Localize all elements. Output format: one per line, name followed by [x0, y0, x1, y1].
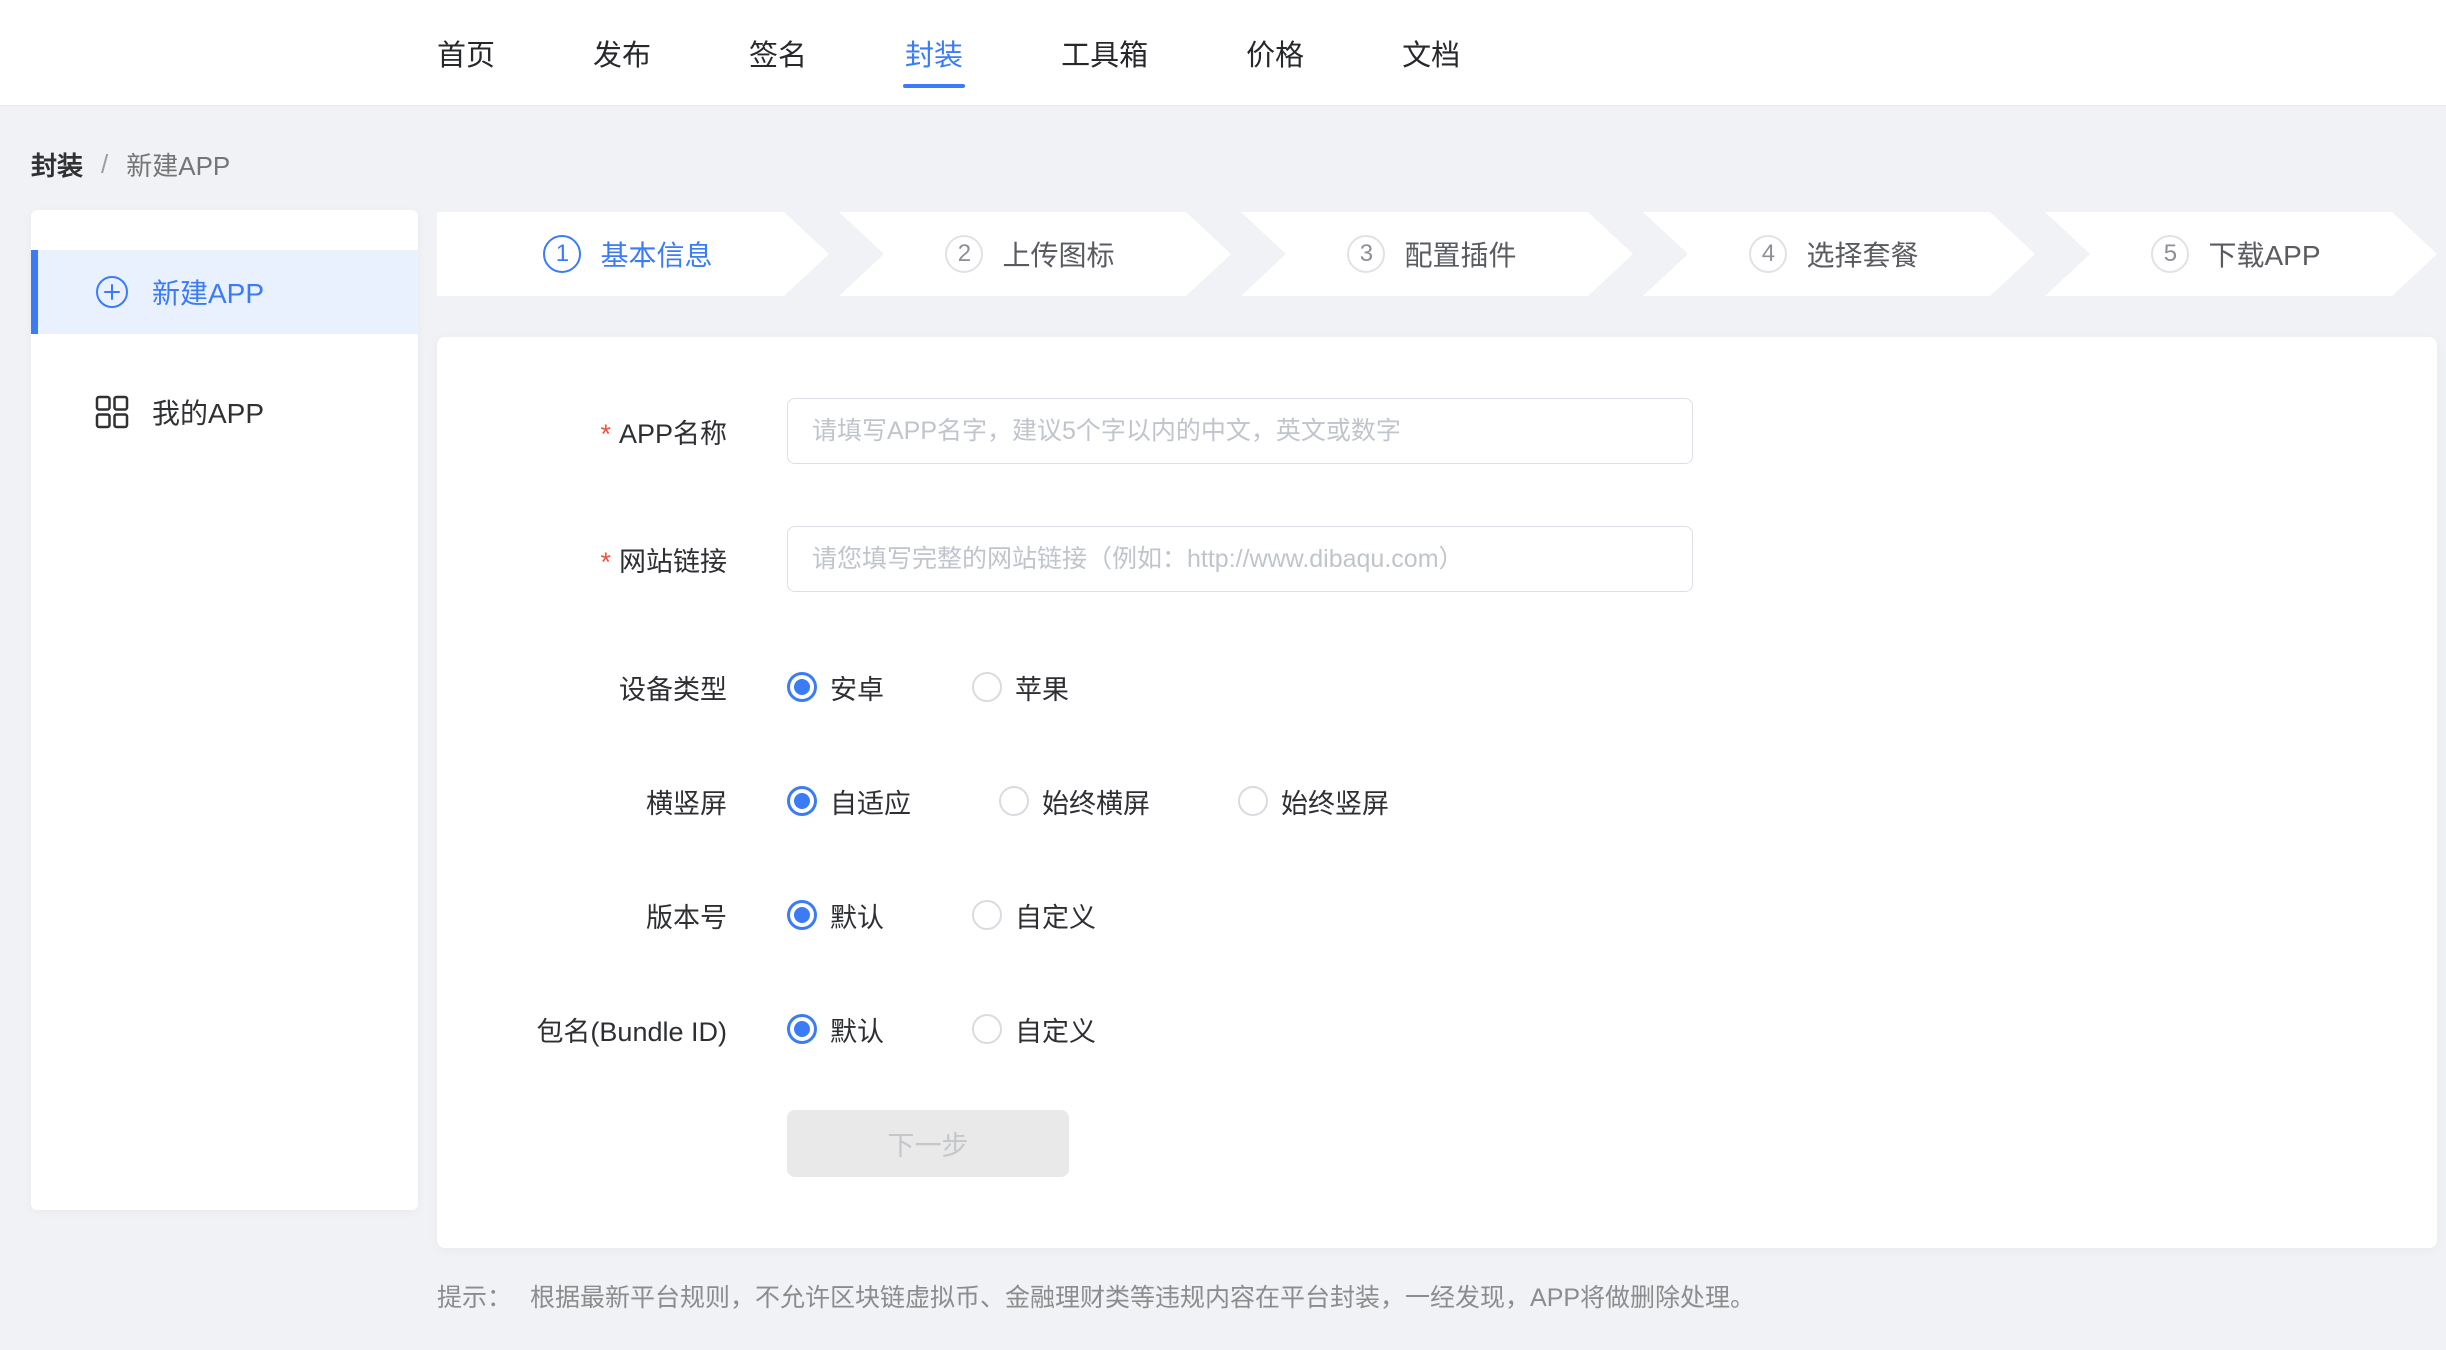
- step-label: 下载APP: [2208, 234, 2320, 274]
- required-asterisk: *: [600, 419, 611, 449]
- plus-circle-icon: [95, 275, 129, 309]
- radio-circle: [787, 900, 817, 930]
- field-label: * 网站链接: [437, 540, 727, 579]
- form-row-device-type: 设备类型 安卓 苹果: [437, 654, 2437, 720]
- step-number: 2: [945, 235, 983, 273]
- field-label-text: 包名(Bundle ID): [536, 1017, 727, 1047]
- radio-auto-rotate[interactable]: 自适应: [787, 782, 911, 821]
- radio-label: 苹果: [1015, 668, 1069, 707]
- orientation-radio-group: 自适应 始终横屏 始终竖屏: [787, 782, 1477, 821]
- radio-circle: [787, 1014, 817, 1044]
- sidebar: 新建APP 我的APP: [31, 210, 418, 1210]
- form-row-bundle-id: 包名(Bundle ID) 默认 自定义: [437, 996, 2437, 1062]
- form-row-version: 版本号 默认 自定义: [437, 882, 2437, 948]
- main-nav: 首页 发布 签名 封装 工具箱 价格 文档: [437, 0, 1460, 105]
- radio-version-default[interactable]: 默认: [787, 896, 884, 935]
- submit-row: 下一步: [437, 1110, 2437, 1176]
- form-row-app-name: * APP名称: [437, 398, 2437, 464]
- tip-prefix: 提示：: [437, 1278, 512, 1314]
- radio-circle: [787, 786, 817, 816]
- radio-label: 始终横屏: [1042, 782, 1150, 821]
- main-content: 1 基本信息 2 上传图标 3 配置插件 4 选择套餐 5 下载APP * APP…: [437, 212, 2437, 1314]
- radio-bundle-default[interactable]: 默认: [787, 1010, 884, 1049]
- breadcrumb-current: 新建APP: [126, 146, 230, 183]
- field-label-text: 网站链接: [619, 547, 727, 577]
- field-label-text: 横竖屏: [646, 789, 727, 819]
- step-number: 3: [1347, 235, 1385, 273]
- nav-item-toolbox[interactable]: 工具箱: [1061, 32, 1148, 74]
- radio-version-custom[interactable]: 自定义: [972, 896, 1096, 935]
- wizard-step-basic-info: 1 基本信息: [437, 212, 829, 296]
- nav-item-package[interactable]: 封装: [905, 32, 963, 74]
- field-control: [787, 398, 1693, 464]
- step-wizard: 1 基本信息 2 上传图标 3 配置插件 4 选择套餐 5 下载APP: [437, 212, 2437, 296]
- grid-icon: [95, 395, 129, 429]
- radio-circle: [972, 1014, 1002, 1044]
- radio-android[interactable]: 安卓: [787, 668, 884, 707]
- required-asterisk: *: [600, 547, 611, 577]
- sidebar-item-my-apps[interactable]: 我的APP: [31, 370, 418, 454]
- tip-text: 根据最新平台规则，不允许区块链虚拟币、金融理财类等违规内容在平台封装，一经发现，…: [530, 1278, 1755, 1314]
- radio-circle: [972, 900, 1002, 930]
- nav-item-publish[interactable]: 发布: [593, 32, 651, 74]
- field-label: 包名(Bundle ID): [437, 1010, 727, 1049]
- top-nav: 首页 发布 签名 封装 工具箱 价格 文档: [0, 0, 2446, 106]
- step-label: 上传图标: [1002, 234, 1114, 274]
- step-number: 4: [1749, 235, 1787, 273]
- wizard-step-upload-icon: 2 上传图标: [839, 212, 1231, 296]
- field-label-text: 版本号: [646, 903, 727, 933]
- form-row-site-url: * 网站链接: [437, 526, 2437, 592]
- nav-item-home[interactable]: 首页: [437, 32, 495, 74]
- radio-always-landscape[interactable]: 始终横屏: [999, 782, 1150, 821]
- nav-item-pricing[interactable]: 价格: [1246, 32, 1304, 74]
- content-policy-tip: 提示： 根据最新平台规则，不允许区块链虚拟币、金融理财类等违规内容在平台封装，一…: [437, 1278, 2437, 1314]
- field-label: 设备类型: [437, 668, 727, 707]
- site-url-input[interactable]: [787, 526, 1693, 592]
- radio-circle: [787, 672, 817, 702]
- next-step-button[interactable]: 下一步: [787, 1110, 1069, 1177]
- version-radio-group: 默认 自定义: [787, 896, 1184, 935]
- breadcrumb-section[interactable]: 封装: [31, 146, 83, 183]
- nav-item-sign[interactable]: 签名: [749, 32, 807, 74]
- radio-label: 默认: [830, 1010, 884, 1049]
- nav-item-docs[interactable]: 文档: [1402, 32, 1460, 74]
- breadcrumb-separator: /: [101, 149, 108, 180]
- radio-label: 默认: [830, 896, 884, 935]
- form-card: * APP名称 * 网站链接 设备类型 安卓 苹果: [437, 337, 2437, 1248]
- field-label: 横竖屏: [437, 782, 727, 821]
- step-label: 配置插件: [1404, 234, 1516, 274]
- field-label: * APP名称: [437, 412, 727, 451]
- step-label: 选择套餐: [1806, 234, 1918, 274]
- radio-always-portrait[interactable]: 始终竖屏: [1238, 782, 1389, 821]
- radio-label: 安卓: [830, 668, 884, 707]
- step-number: 5: [2151, 235, 2189, 273]
- field-label-text: APP名称: [619, 419, 727, 449]
- form-row-orientation: 横竖屏 自适应 始终横屏 始终竖屏: [437, 768, 2437, 834]
- radio-circle: [999, 786, 1029, 816]
- radio-label: 自定义: [1015, 1010, 1096, 1049]
- radio-circle: [1238, 786, 1268, 816]
- step-number: 1: [543, 235, 581, 273]
- step-label: 基本信息: [600, 234, 712, 274]
- field-label-text: 设备类型: [619, 675, 727, 705]
- app-name-input[interactable]: [787, 398, 1693, 464]
- radio-label: 始终竖屏: [1281, 782, 1389, 821]
- field-label: 版本号: [437, 896, 727, 935]
- wizard-step-configure-plugins: 3 配置插件: [1241, 212, 1633, 296]
- sidebar-item-new-app[interactable]: 新建APP: [31, 250, 418, 334]
- radio-circle: [972, 672, 1002, 702]
- radio-label: 自定义: [1015, 896, 1096, 935]
- device-type-radio-group: 安卓 苹果: [787, 668, 1157, 707]
- wizard-step-select-plan: 4 选择套餐: [1643, 212, 2035, 296]
- sidebar-item-label: 新建APP: [152, 272, 264, 312]
- radio-label: 自适应: [830, 782, 911, 821]
- sidebar-item-label: 我的APP: [152, 392, 264, 432]
- radio-apple[interactable]: 苹果: [972, 668, 1069, 707]
- wizard-step-download-app: 5 下载APP: [2045, 212, 2437, 296]
- bundle-id-radio-group: 默认 自定义: [787, 1010, 1184, 1049]
- field-control: [787, 526, 1693, 592]
- breadcrumb: 封装 / 新建APP: [0, 106, 2446, 183]
- radio-bundle-custom[interactable]: 自定义: [972, 1010, 1096, 1049]
